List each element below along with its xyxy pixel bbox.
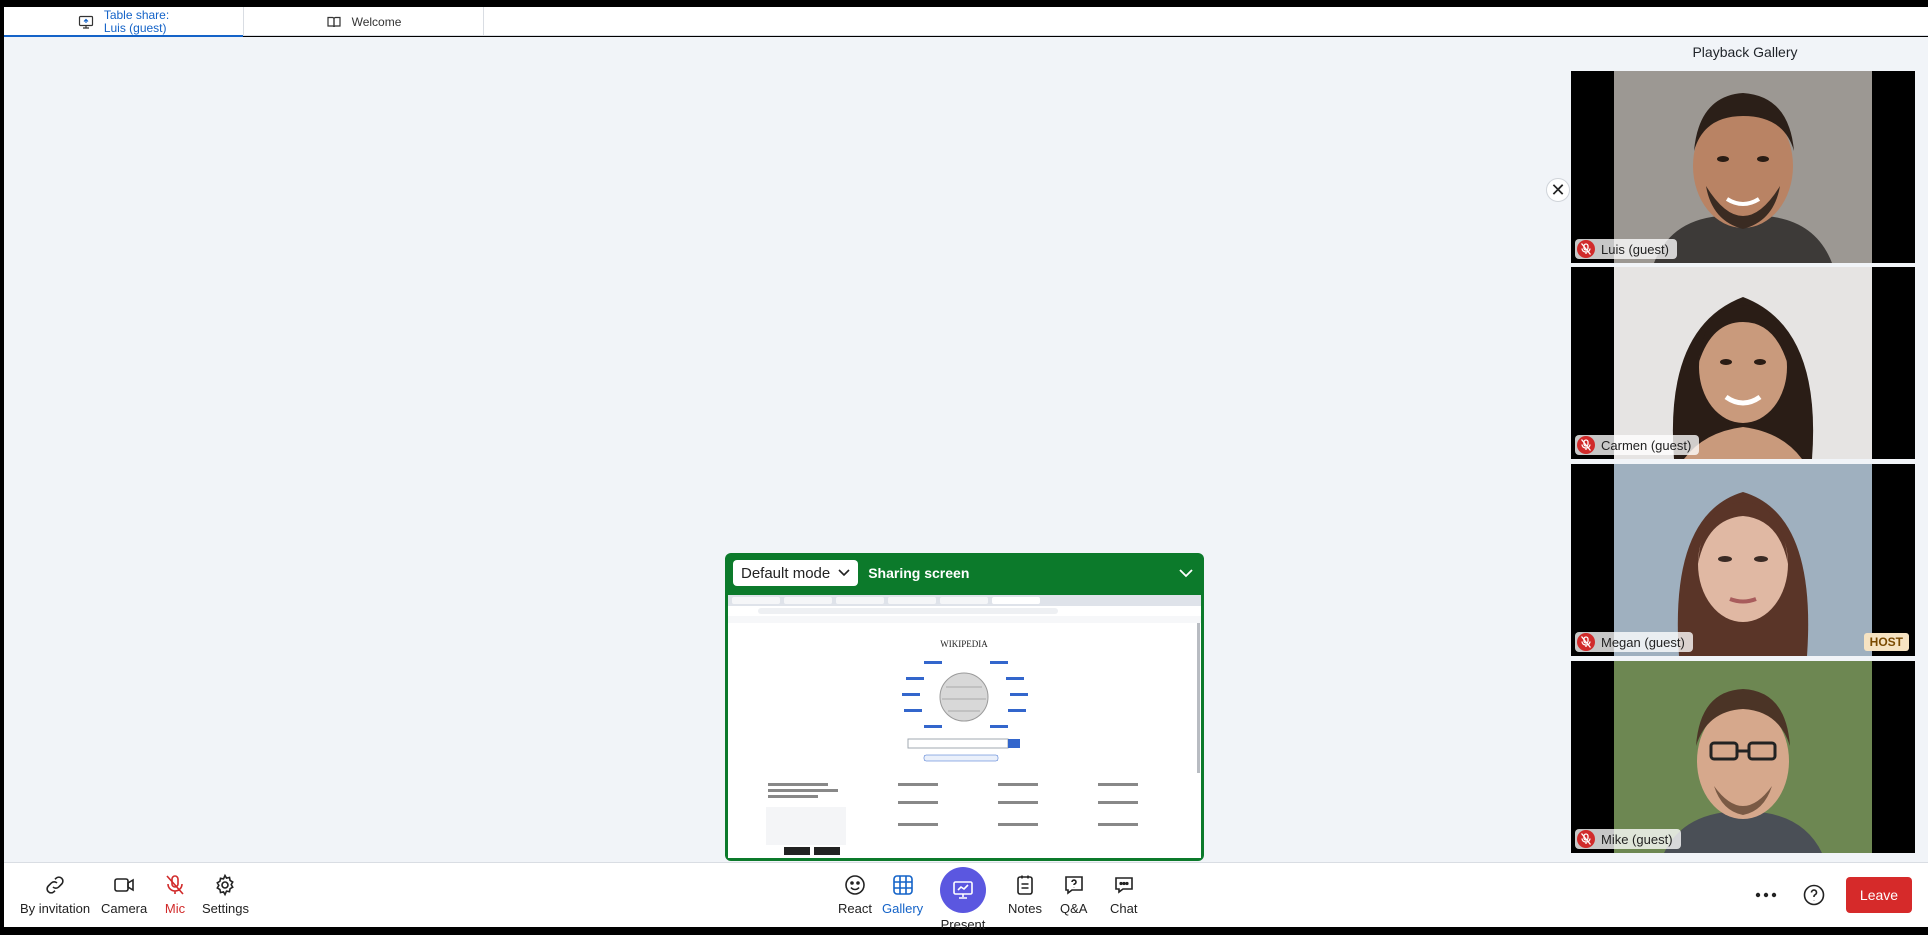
qa-button[interactable]: Q&A bbox=[1060, 873, 1087, 916]
close-icon: ✕ bbox=[1550, 179, 1566, 200]
notes-label: Notes bbox=[1008, 901, 1042, 916]
tab-welcome-label: Welcome bbox=[351, 14, 402, 29]
screen-share-panel: Default mode Sharing screen WIKIPEDIA bbox=[725, 553, 1204, 861]
participant-name: Carmen (guest) bbox=[1601, 437, 1692, 453]
screen-share-header: Default mode Sharing screen bbox=[725, 553, 1204, 593]
notes-button[interactable]: Notes bbox=[1008, 873, 1042, 916]
mic-off-icon bbox=[1577, 830, 1595, 848]
notes-icon bbox=[1017, 875, 1033, 895]
participant-tile[interactable]: Carmen (guest) bbox=[1571, 267, 1915, 459]
grid-icon bbox=[892, 875, 913, 895]
host-badge: HOST bbox=[1863, 633, 1909, 651]
help-button[interactable] bbox=[1802, 883, 1826, 907]
book-icon bbox=[326, 16, 341, 27]
camera-label: Camera bbox=[101, 901, 148, 916]
camera-button[interactable]: Camera bbox=[101, 873, 147, 916]
screen-share-icon bbox=[78, 15, 93, 29]
settings-label: Settings bbox=[202, 901, 249, 916]
participant-label: Luis (guest) bbox=[1575, 239, 1677, 259]
participant-name: Luis (guest) bbox=[1601, 241, 1669, 257]
react-label: React bbox=[838, 901, 872, 916]
present-circle bbox=[940, 867, 986, 913]
leave-button[interactable]: Leave bbox=[1846, 877, 1912, 913]
more-dots-icon bbox=[1755, 892, 1777, 898]
mic-label: Mic bbox=[164, 901, 186, 916]
participant-name: Mike (guest) bbox=[1601, 831, 1673, 847]
react-button[interactable]: React bbox=[838, 873, 872, 916]
settings-button[interactable]: Settings bbox=[202, 873, 249, 916]
participant-video bbox=[1614, 267, 1872, 459]
participant-name: Megan (guest) bbox=[1601, 634, 1685, 650]
present-label: Present bbox=[940, 917, 986, 932]
chevron-down-icon bbox=[1179, 568, 1193, 577]
shared-screen-thumbnail: WIKIPEDIA bbox=[728, 595, 1201, 858]
mic-off-icon bbox=[166, 875, 184, 895]
participant-tile[interactable]: Mike (guest) bbox=[1571, 661, 1915, 853]
smiley-icon bbox=[845, 875, 865, 895]
collapse-share-button[interactable] bbox=[1176, 563, 1196, 583]
chat-label: Chat bbox=[1110, 901, 1138, 916]
mic-off-icon bbox=[1577, 436, 1595, 454]
gallery-title: Playback Gallery bbox=[1692, 44, 1798, 60]
mic-button[interactable]: Mic bbox=[163, 873, 187, 916]
chevron-down-icon bbox=[838, 569, 850, 577]
more-options-button[interactable] bbox=[1754, 883, 1778, 907]
participant-tile[interactable]: Luis (guest) bbox=[1571, 71, 1915, 263]
shared-screen-preview: WIKIPEDIA bbox=[728, 595, 1201, 858]
tab-welcome[interactable]: Welcome bbox=[244, 7, 484, 36]
close-gallery-button[interactable]: ✕ bbox=[1546, 178, 1570, 202]
participant-video bbox=[1614, 661, 1872, 853]
mode-dropdown-label: Default mode bbox=[741, 564, 831, 582]
chat-icon bbox=[1114, 877, 1133, 894]
participant-label: Carmen (guest) bbox=[1575, 435, 1700, 455]
link-icon bbox=[46, 876, 64, 894]
qa-icon bbox=[1064, 876, 1083, 895]
participant-tile[interactable]: Megan (guest) HOST bbox=[1571, 464, 1915, 656]
participant-label: Mike (guest) bbox=[1575, 829, 1681, 849]
mic-off-icon bbox=[1577, 633, 1595, 651]
chat-button[interactable]: Chat bbox=[1110, 873, 1137, 916]
tab-table-share-label: Table share: Luis (guest) bbox=[103, 7, 170, 35]
by-invitation-button[interactable]: By invitation bbox=[20, 873, 90, 916]
present-icon bbox=[953, 881, 973, 899]
bottom-toolbar: By invitation Camera Mic Settings React … bbox=[4, 862, 1928, 932]
mic-off-icon bbox=[1577, 240, 1595, 258]
by-invitation-label: By invitation bbox=[20, 901, 91, 916]
tab-label-line1: Table share: bbox=[103, 7, 170, 22]
tab-label-line2: Luis (guest) bbox=[103, 20, 167, 35]
present-button[interactable]: Present bbox=[940, 867, 986, 932]
top-tab-bar: Table share: Luis (guest) Welcome bbox=[4, 7, 1928, 37]
svg-text:WIKIPEDIA: WIKIPEDIA bbox=[940, 639, 988, 649]
gear-icon bbox=[216, 873, 235, 897]
gallery-label: Gallery bbox=[882, 901, 924, 916]
participant-video bbox=[1614, 71, 1872, 263]
gallery-button[interactable]: Gallery bbox=[882, 873, 923, 916]
help-icon bbox=[1803, 884, 1825, 906]
mode-dropdown[interactable]: Default mode bbox=[733, 560, 859, 586]
qa-label: Q&A bbox=[1060, 901, 1088, 916]
tab-table-share[interactable]: Table share: Luis (guest) bbox=[4, 7, 244, 37]
sharing-status: Sharing screen bbox=[868, 565, 970, 581]
participant-label: Megan (guest) bbox=[1575, 632, 1693, 652]
camera-icon bbox=[114, 878, 134, 892]
participant-video bbox=[1614, 464, 1872, 656]
